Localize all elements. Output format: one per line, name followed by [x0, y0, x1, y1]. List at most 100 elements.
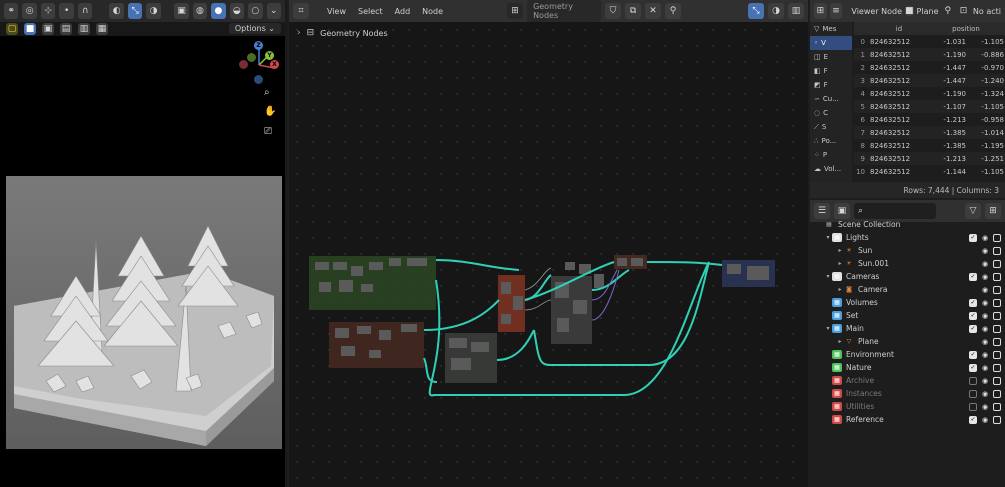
- eye-icon[interactable]: ◉: [981, 325, 989, 333]
- sidebar-item-edge[interactable]: ◫ E: [810, 50, 852, 64]
- render-camera-icon[interactable]: [993, 233, 1001, 242]
- transform-pivot-icon[interactable]: ⊹: [40, 3, 56, 19]
- eye-icon[interactable]: ◉: [981, 390, 989, 398]
- render-camera-icon[interactable]: [993, 259, 1001, 268]
- expand-arrow-icon[interactable]: ▸: [836, 260, 844, 267]
- outliner-item-reference[interactable]: ▦ Reference ✓ ◉: [810, 413, 1005, 426]
- expand-arrow-icon[interactable]: ▾: [824, 325, 832, 332]
- render-camera-icon[interactable]: [993, 324, 1001, 333]
- outliner-item-camera[interactable]: ▸ ◙ Camera ◉: [810, 283, 1005, 296]
- pan-hand-icon[interactable]: ✋: [264, 106, 276, 117]
- mode-extend-icon[interactable]: ▣: [42, 23, 54, 35]
- sidebar-item-mesh[interactable]: ▽ Mes: [810, 22, 852, 36]
- sidebar-item-face[interactable]: ◧ F: [810, 64, 852, 78]
- camera-view-icon[interactable]: ⎚: [264, 126, 272, 137]
- exclude-checkbox[interactable]: ✓: [969, 272, 977, 281]
- outliner-item-nature[interactable]: ▦ Nature ✓ ◉: [810, 361, 1005, 374]
- render-camera-icon[interactable]: [993, 376, 1001, 385]
- outliner-item-utilities[interactable]: ▦ Utilities ◉: [810, 400, 1005, 413]
- link-icon[interactable]: ⚭: [4, 3, 19, 19]
- eye-icon[interactable]: ◉: [981, 286, 989, 294]
- shading-options-icon[interactable]: ⌄: [266, 3, 282, 19]
- render-shading-icon[interactable]: ○: [248, 3, 263, 19]
- exclude-checkbox[interactable]: ✓: [969, 415, 977, 424]
- outliner-item-cameras[interactable]: ▾ ▦ Cameras ✓ ◉: [810, 270, 1005, 283]
- exclude-checkbox[interactable]: [969, 402, 977, 411]
- exclude-checkbox[interactable]: ✓: [969, 363, 977, 372]
- proportional-edit-icon[interactable]: ◎: [22, 3, 37, 19]
- mode-new-icon[interactable]: ■: [24, 23, 36, 35]
- outliner-item-sun[interactable]: ▸ ☀ Sun ◉: [810, 244, 1005, 257]
- falloff-icon[interactable]: ∩: [77, 3, 93, 19]
- mode-intersect-icon[interactable]: ▦: [96, 23, 108, 35]
- exclude-checkbox[interactable]: ✓: [969, 311, 977, 320]
- expand-arrow-icon[interactable]: ▸: [836, 286, 844, 293]
- exclude-checkbox[interactable]: ✓: [969, 350, 977, 359]
- visibility-icon[interactable]: ◐: [109, 3, 124, 19]
- wireframe-shading-icon[interactable]: ◍: [192, 3, 208, 19]
- eye-icon[interactable]: ◉: [981, 299, 989, 307]
- eye-icon[interactable]: ◉: [981, 260, 989, 268]
- viewer-node-label[interactable]: Viewer Node: [851, 7, 902, 16]
- render-camera-icon[interactable]: [993, 415, 1001, 424]
- exclude-checkbox[interactable]: [969, 376, 977, 385]
- exclude-checkbox[interactable]: ✓: [969, 298, 977, 307]
- outliner-item-archive[interactable]: ▦ Archive ◉: [810, 374, 1005, 387]
- expand-arrow-icon[interactable]: ▾: [824, 273, 832, 280]
- outliner-item-plane[interactable]: ▸ ▽ Plane ◉: [810, 335, 1005, 348]
- outliner-item-sun-001[interactable]: ▸ ☀ Sun.001 ◉: [810, 257, 1005, 270]
- outliner-item-environment[interactable]: ▦ Environment ✓ ◉: [810, 348, 1005, 361]
- render-camera-icon[interactable]: [993, 272, 1001, 281]
- display-mode-icon[interactable]: ▣: [834, 203, 850, 219]
- navigation-gizmo[interactable]: Z Y X: [236, 40, 282, 86]
- render-camera-icon[interactable]: [993, 402, 1001, 411]
- eye-icon[interactable]: ◉: [981, 338, 989, 346]
- gizmo-x[interactable]: X: [270, 60, 279, 69]
- eye-icon[interactable]: ◉: [981, 234, 989, 242]
- render-camera-icon[interactable]: [993, 363, 1001, 372]
- view-menu-icon[interactable]: ≡: [829, 3, 843, 19]
- snap-icon[interactable]: •: [59, 3, 74, 19]
- gizmo-y[interactable]: Y: [265, 51, 274, 60]
- outliner-item-set[interactable]: ▦ Set ✓ ◉: [810, 309, 1005, 322]
- options-dropdown[interactable]: Options ⌄: [228, 23, 281, 34]
- eye-icon[interactable]: ◉: [981, 312, 989, 320]
- outliner[interactable]: ☰ ▣ ⌕ ▽ ⊞ ▤ Scene Collection ▾ ▦ Lights ✓ ◉ ▸…: [810, 200, 1005, 487]
- render-camera-icon[interactable]: [993, 389, 1001, 398]
- editor-type-icon[interactable]: ⊞: [814, 3, 827, 19]
- column-header-id[interactable]: id: [868, 25, 928, 33]
- render-camera-icon[interactable]: [993, 337, 1001, 346]
- render-camera-icon[interactable]: [993, 285, 1001, 294]
- eye-icon[interactable]: ◉: [981, 364, 989, 372]
- sidebar-item-spline[interactable]: ⟋ S: [810, 120, 852, 134]
- sidebar-item-curve[interactable]: ∽ Cu...: [810, 92, 852, 106]
- zoom-icon[interactable]: ⌕: [264, 87, 270, 98]
- sidebar-item-pointcloud[interactable]: ∴ Po...: [810, 134, 852, 148]
- exclude-checkbox[interactable]: ✓: [969, 233, 977, 242]
- filter-icon[interactable]: ▽: [965, 203, 981, 219]
- outliner-item-volumes[interactable]: ▦ Volumes ✓ ◉: [810, 296, 1005, 309]
- expand-arrow-icon[interactable]: ▾: [824, 234, 832, 241]
- gizmo-z[interactable]: Z: [254, 41, 263, 50]
- eye-icon[interactable]: ◉: [981, 351, 989, 359]
- eye-icon[interactable]: ◉: [981, 377, 989, 385]
- spreadsheet-editor[interactable]: ⊞ ≡ Viewer Node ■ Plane ⚲ ⊡ No acti ▽ Mes…: [810, 0, 1005, 198]
- exclude-checkbox[interactable]: ✓: [969, 324, 977, 333]
- render-camera-icon[interactable]: [993, 246, 1001, 255]
- outliner-item-main[interactable]: ▾ ▦ Main ✓ ◉: [810, 322, 1005, 335]
- mode-subtract-icon[interactable]: ▤: [60, 23, 72, 35]
- material-shading-icon[interactable]: ◒: [229, 3, 245, 19]
- gizmo-toggle-icon[interactable]: ⤡: [127, 3, 143, 19]
- sidebar-item-face-corner[interactable]: ◩ F: [810, 78, 852, 92]
- overlay-icon[interactable]: ◑: [146, 3, 161, 19]
- sidebar-item-vertex[interactable]: ◦ V: [810, 36, 852, 50]
- exclude-checkbox[interactable]: [969, 389, 977, 398]
- render-camera-icon[interactable]: [993, 311, 1001, 320]
- render-camera-icon[interactable]: [993, 350, 1001, 359]
- eye-icon[interactable]: ◉: [981, 416, 989, 424]
- sidebar-item-volume[interactable]: ☁ Vol...: [810, 162, 852, 176]
- expand-arrow-icon[interactable]: ▸: [836, 247, 844, 254]
- 3d-viewport[interactable]: ⚭ ◎ ⊹ • ∩ ◐ ⤡ ◑ ▣ ◍ ● ◒ ○ ⌄ ▢ ■ ▣ ▤ ▥ ▦ …: [0, 0, 287, 487]
- eye-icon[interactable]: ◉: [981, 273, 989, 281]
- object-label[interactable]: Plane: [917, 7, 939, 16]
